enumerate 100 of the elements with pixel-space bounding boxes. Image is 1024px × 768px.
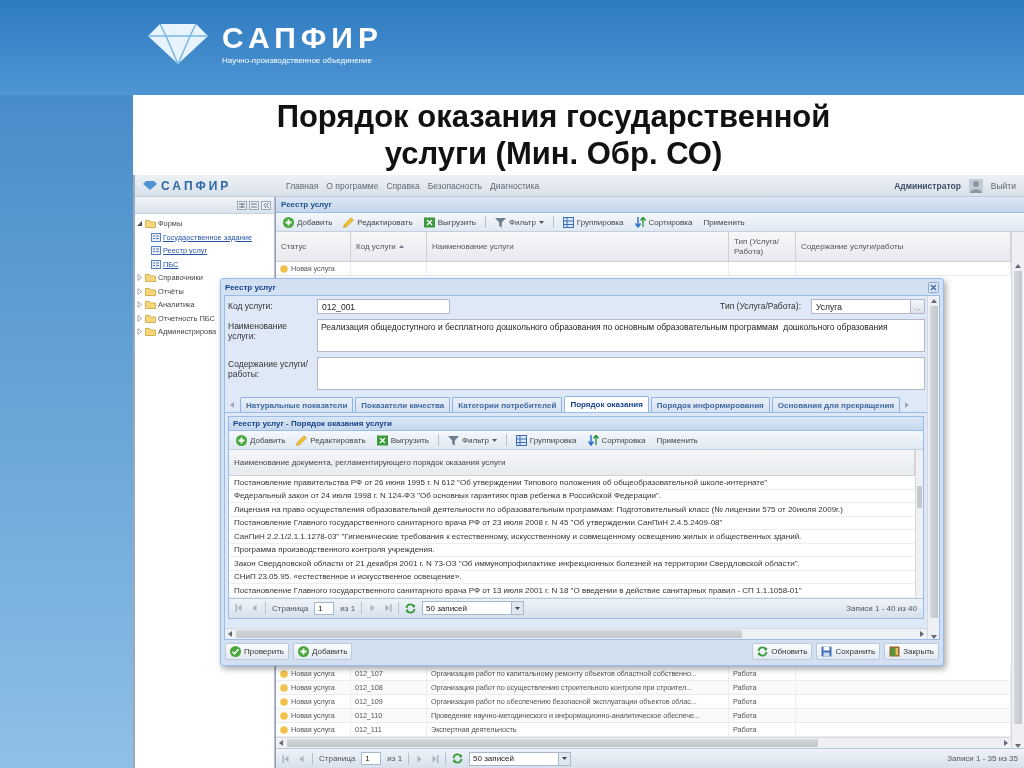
column-header[interactable]: Тип (Услуга/Работа) [734,236,790,257]
column-header[interactable]: Наименование документа, регламентирующего порядок оказания услуги [234,458,506,467]
diamond-logo-icon [143,181,157,190]
group-button[interactable]: Группировка [513,433,579,447]
refresh-icon[interactable] [405,602,417,614]
tab[interactable]: Категории потребителей [452,397,563,412]
horizontal-scrollbar[interactable] [276,737,1011,748]
vertical-scrollbar[interactable] [1011,232,1024,748]
diamond-logo-icon [148,23,208,64]
add-icon [298,645,309,657]
expand-arrow-icon[interactable] [136,220,143,228]
table-cell: Федеральный закон от 24 июля 1998 г. N 124-ФЗ "Об основных гарантиях прав ребенка в Российской Федерации". [234,491,661,501]
previous-page-button[interactable] [250,603,259,613]
vertical-scrollbar[interactable] [915,450,923,598]
table-cell: СНиП 23.05.95. «естественное и искусственное освещение». [234,572,462,582]
caret-icon [562,757,568,760]
apply-button[interactable]: Применить [701,216,747,228]
column-header[interactable]: Статус [281,241,307,252]
sort-button[interactable]: Сортировка [585,433,648,447]
page-count: из 1 [340,603,356,613]
table-cell: Постановление правительства РФ от 26 июня 1995 г. N 612 "Об утверждении Типового положения об общеобразовательной школе-интернате" [234,477,768,487]
code-field[interactable]: 012_001 [317,299,450,314]
nav-link[interactable]: О программе [326,180,379,191]
vertical-scrollbar[interactable] [927,296,939,639]
column-header[interactable]: Код услуги [356,241,396,252]
logout-link[interactable]: Выйти [990,180,1016,191]
refresh-icon [757,645,769,657]
folder-icon [145,313,156,323]
page-field[interactable]: 1 [314,601,335,615]
scroll-left-icon[interactable] [228,631,233,637]
close-button[interactable]: Закрыть [884,642,939,660]
add-button[interactable]: Добавить [293,642,353,660]
edit-button[interactable]: Редактировать [294,433,368,447]
check-icon [230,645,241,657]
horizontal-scrollbar[interactable] [225,628,927,639]
first-page-button[interactable] [282,753,291,764]
export-button[interactable]: Выгрузить [421,215,478,229]
caret-icon [538,220,544,224]
page-field[interactable]: 1 [361,752,382,765]
table-cell: Программа производственного контроля учреждения. [234,545,435,555]
save-button[interactable]: Сохранить [816,642,881,660]
page-size-select[interactable]: 50 записей [422,601,525,615]
group-button[interactable]: Группировка [560,215,626,229]
add-button[interactable]: Добавить [234,433,288,447]
page-label: Страница [319,754,356,763]
nav-link[interactable]: Диагностика [489,180,540,191]
folder-icon [145,286,156,296]
scroll-left-icon[interactable] [279,740,284,746]
filter-button[interactable]: Фильтр [492,215,546,229]
expand-all-icon[interactable] [237,200,247,210]
refresh-icon[interactable] [452,753,464,764]
caret-icon [491,438,497,442]
page-size-select[interactable]: 50 записей [469,751,572,766]
edit-button[interactable]: Редактировать [341,215,415,229]
last-page-button[interactable] [383,603,393,613]
tab[interactable]: Порядок оказания [564,396,649,412]
type-field[interactable]: Услуга [811,299,911,314]
tab[interactable]: Порядок информирования [650,397,770,412]
dialog-title: Реестр услуг [225,282,276,292]
column-header[interactable]: Наименование услуги [432,241,514,252]
scroll-right-icon[interactable] [1003,740,1008,746]
sort-button[interactable]: Сортировка [632,215,695,229]
name-field[interactable]: Реализация общедоступного и бесплатного дошкольного образования по основным образовательным программам дошкольного образования [317,319,925,352]
field-label: Содержание услуги/ работы: [228,358,309,379]
scroll-up-icon[interactable] [930,299,937,303]
field-label: Наименование услуги: [228,320,288,341]
refresh-button[interactable]: Обновить [752,642,813,660]
export-button[interactable]: Выгрузить [374,433,431,447]
first-page-button[interactable] [235,603,244,613]
previous-page-button[interactable] [297,753,306,764]
collapse-panel-icon[interactable] [261,200,271,210]
user-name: Администратор [894,180,961,191]
last-page-button[interactable] [430,753,440,764]
table-cell: Постановление Главного государственного санитарного врача РФ от 13 июля 2001 г. N 18 "О введении в действие санитарных правил - СП 1.1.1058-01" [234,585,802,595]
pencil-icon [296,434,308,446]
status-icon [280,264,288,273]
tab[interactable]: Показатели качества [355,397,451,412]
column-header[interactable]: Содержание услуги/работы [801,241,904,252]
folder-icon [145,327,156,337]
apply-button[interactable]: Применить [654,434,700,446]
add-icon [236,434,247,446]
tab[interactable]: Натуральные показатели [240,397,354,412]
table-cell: Постановление Главного государственного санитарного врача РФ от 23 июля 2008 г. N 45 "Об утверждении СанПиН 2.4.5.2409-08" [234,518,723,528]
scroll-up-icon[interactable] [1015,264,1021,268]
scroll-down-icon[interactable] [930,635,937,639]
content-field[interactable] [317,357,925,390]
add-icon [283,216,294,228]
sort-icon [587,434,599,446]
tab[interactable]: Основания для прекращения [771,397,901,412]
table-cell: Лицензия на право осуществления образовательной деятельности по образовательным программам: Подготовительный класс (№ лицензии 575 от 20июля 2009г.) [234,504,843,514]
nav-link[interactable]: Справка [386,180,420,191]
add-button[interactable]: Добавить [281,215,335,229]
check-button[interactable]: Проверить [225,642,289,660]
scroll-right-icon[interactable] [919,631,924,637]
brand-name: САПФИР [222,22,383,54]
collapse-all-icon[interactable] [249,200,259,210]
nav-link[interactable]: Безопасность [427,180,482,191]
filter-button[interactable]: Фильтр [445,433,499,447]
close-icon[interactable] [928,281,939,293]
nav-link[interactable]: Главная [286,180,319,191]
